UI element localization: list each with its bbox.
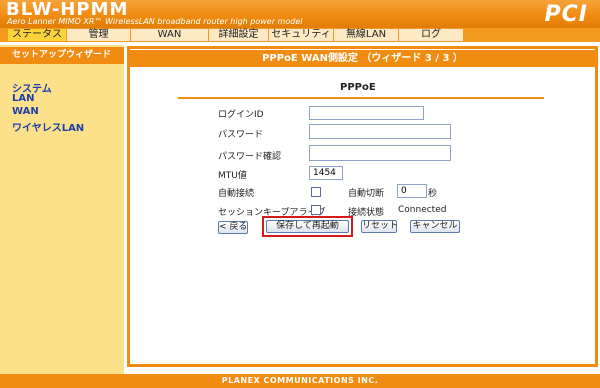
- password-input[interactable]: [309, 124, 451, 139]
- auto-disconnect-input[interactable]: [397, 184, 427, 198]
- reset-button[interactable]: リセット: [361, 220, 398, 233]
- product-subtitle: Aero Lanner MIMO XR™ WirelessLAN broadba…: [7, 17, 303, 26]
- tab-wan[interactable]: WAN: [131, 29, 209, 41]
- sidebar-item-lan[interactable]: LAN: [12, 93, 34, 104]
- tab-status[interactable]: ステータス: [8, 29, 67, 41]
- seconds-unit: 秒: [428, 189, 438, 199]
- tab-wireless-lan[interactable]: 無線LAN: [334, 29, 399, 41]
- panel-title: PPPoE WAN側設定 （ウィザード 3 / 3 ）: [130, 50, 595, 67]
- cancel-button[interactable]: キャンセル: [410, 220, 460, 233]
- password-confirm-input[interactable]: [309, 145, 451, 161]
- sidebar-item-wireless-lan[interactable]: ワイヤレスLAN: [12, 119, 84, 134]
- tab-security[interactable]: セキュリティ: [269, 29, 334, 41]
- footer-bar: PLANEX COMMUNICATIONS INC.: [0, 374, 600, 388]
- back-button[interactable]: < 戻る: [218, 221, 248, 234]
- sidebar-title: セットアップウィザード: [0, 47, 124, 64]
- auto-disconnect-label: 自動切断: [348, 189, 385, 199]
- auto-connect-label: 自動接続: [218, 189, 255, 199]
- section-divider: [178, 97, 544, 99]
- login-id-input[interactable]: [309, 106, 424, 120]
- sidebar-item-wan[interactable]: WAN: [12, 106, 39, 117]
- password-label: パスワード: [218, 130, 264, 140]
- login-id-label: ログインID: [218, 110, 264, 120]
- save-restart-button[interactable]: 保存して再起動: [266, 220, 349, 233]
- tab-log[interactable]: ログ: [399, 29, 464, 41]
- mtu-label: MTU値: [218, 171, 247, 181]
- connection-status-value: Connected: [398, 205, 447, 215]
- connection-status-label: 接続状態: [348, 208, 385, 218]
- keepalive-checkbox[interactable]: [311, 205, 321, 215]
- section-heading: PPPoE: [340, 82, 376, 93]
- mtu-input[interactable]: [309, 166, 343, 180]
- tab-advanced-settings[interactable]: 詳細設定: [209, 29, 269, 41]
- brand-logo: PCI: [544, 2, 588, 27]
- password-confirm-label: パスワード確認: [218, 152, 282, 162]
- tab-management[interactable]: 管理: [67, 29, 131, 41]
- auto-connect-checkbox[interactable]: [311, 187, 321, 197]
